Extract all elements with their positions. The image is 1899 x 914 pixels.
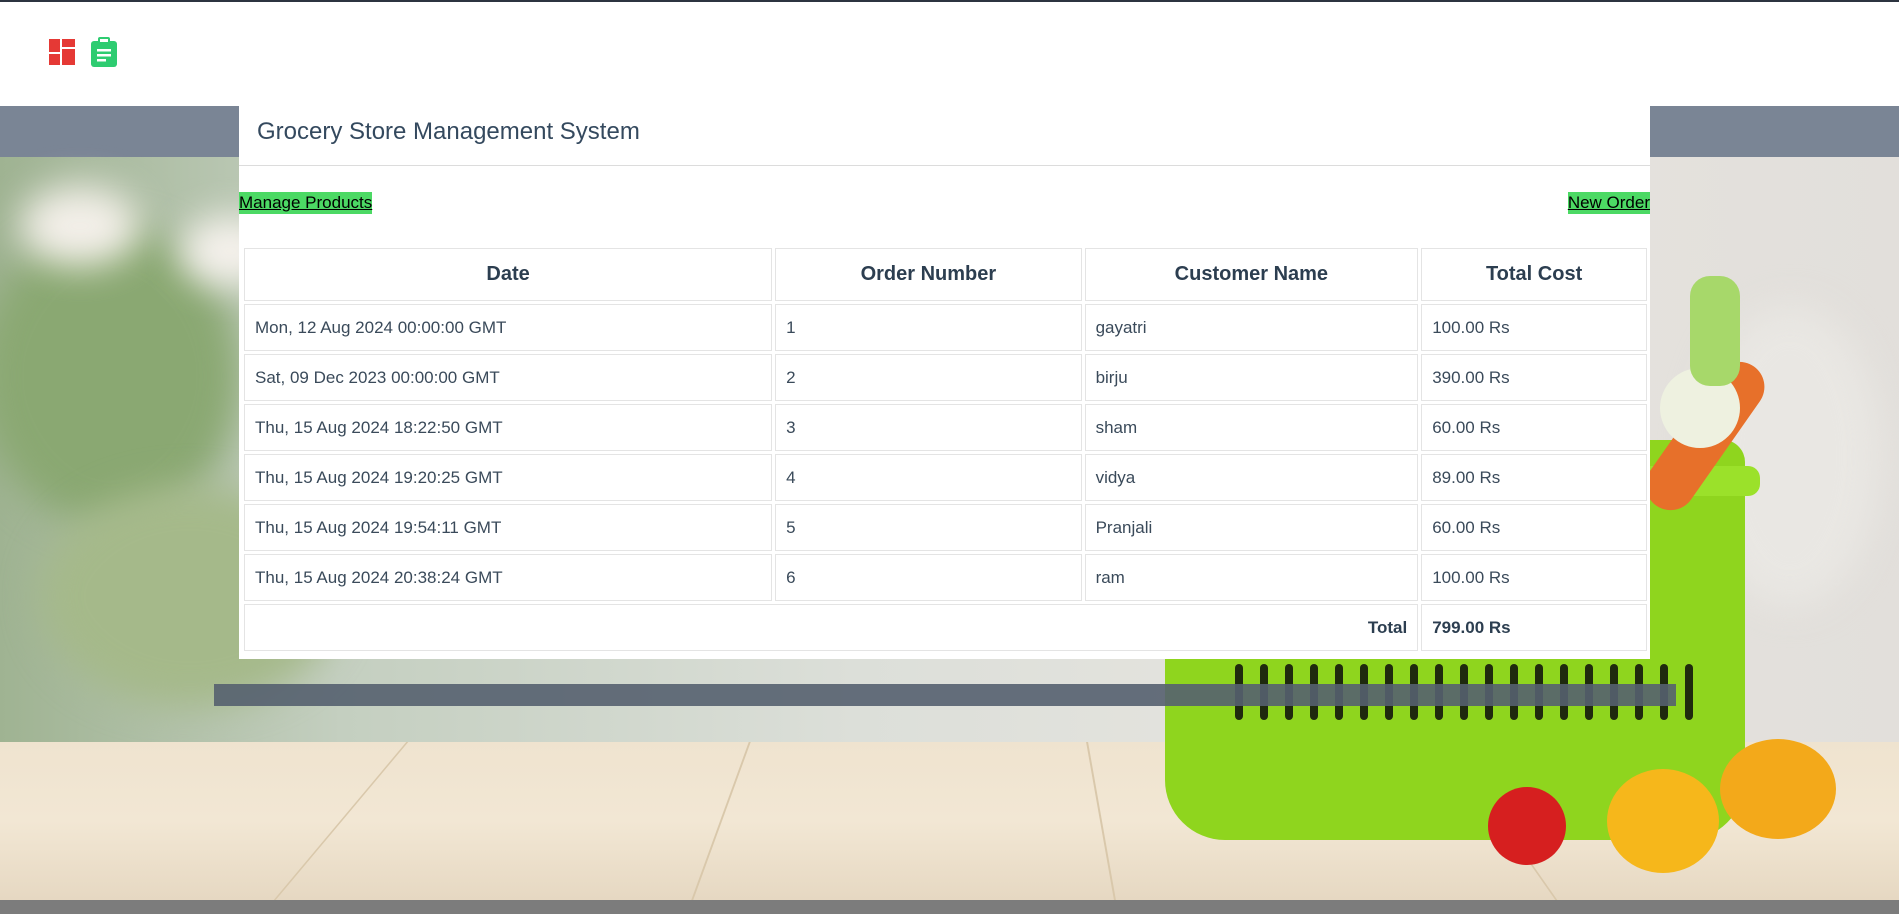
cell-date: Thu, 15 Aug 2024 18:22:50 GMT [244, 404, 773, 451]
yellow-pepper [1720, 739, 1836, 839]
cell-customer-name: birju [1084, 354, 1419, 401]
cell-total-cost: 60.00 Rs [1421, 404, 1647, 451]
cell-order-number: 1 [775, 304, 1082, 351]
cell-date: Sat, 09 Dec 2023 00:00:00 GMT [244, 354, 773, 401]
total-value: 799.00 Rs [1421, 604, 1647, 651]
cell-order-number: 2 [775, 354, 1082, 401]
greens [1690, 276, 1740, 386]
top-navbar [0, 2, 1899, 106]
cell-customer-name: Pranjali [1084, 504, 1419, 551]
table-row: Sat, 09 Dec 2023 00:00:00 GMT 2 birju 39… [244, 354, 1647, 401]
horizontal-scrollbar[interactable] [214, 684, 1676, 706]
column-header-date: Date [244, 248, 773, 301]
table-row: Thu, 15 Aug 2024 19:20:25 GMT 4 vidya 89… [244, 454, 1647, 501]
basket-slot [1685, 664, 1693, 720]
table-row: Mon, 12 Aug 2024 00:00:00 GMT 1 gayatri … [244, 304, 1647, 351]
orders-table: Date Order Number Customer Name Total Co… [241, 245, 1650, 654]
dashboard-icon[interactable] [49, 39, 75, 65]
cell-date: Thu, 15 Aug 2024 19:20:25 GMT [244, 454, 773, 501]
cell-customer-name: vidya [1084, 454, 1419, 501]
cell-date: Thu, 15 Aug 2024 19:54:11 GMT [244, 504, 773, 551]
background-bottom-band [0, 900, 1899, 914]
table-total-row: Total 799.00 Rs [244, 604, 1647, 651]
cell-total-cost: 89.00 Rs [1421, 454, 1647, 501]
cell-total-cost: 100.00 Rs [1421, 304, 1647, 351]
new-order-button[interactable]: New Order [1567, 192, 1650, 214]
cell-date: Thu, 15 Aug 2024 20:38:24 GMT [244, 554, 773, 601]
cell-customer-name: sham [1084, 404, 1419, 451]
background-blur [20, 186, 140, 266]
cell-customer-name: gayatri [1084, 304, 1419, 351]
cell-order-number: 3 [775, 404, 1082, 451]
cell-total-cost: 60.00 Rs [1421, 504, 1647, 551]
page-title: Grocery Store Management System [257, 118, 640, 145]
cell-customer-name: ram [1084, 554, 1419, 601]
column-header-customer-name: Customer Name [1084, 248, 1419, 301]
clipboard-icon[interactable] [91, 37, 117, 67]
column-header-total-cost: Total Cost [1421, 248, 1647, 301]
table-header-row: Date Order Number Customer Name Total Co… [244, 248, 1647, 301]
total-label: Total [244, 604, 1419, 651]
cell-order-number: 4 [775, 454, 1082, 501]
cell-total-cost: 390.00 Rs [1421, 354, 1647, 401]
cell-total-cost: 100.00 Rs [1421, 554, 1647, 601]
title-divider [239, 165, 1650, 166]
column-header-order-number: Order Number [775, 248, 1082, 301]
table-row: Thu, 15 Aug 2024 19:54:11 GMT 5 Pranjali… [244, 504, 1647, 551]
cell-order-number: 6 [775, 554, 1082, 601]
orders-panel: Grocery Store Management System Manage P… [239, 106, 1650, 659]
manage-products-button[interactable]: Manage Products [239, 192, 373, 214]
cell-date: Mon, 12 Aug 2024 00:00:00 GMT [244, 304, 773, 351]
table-row: Thu, 15 Aug 2024 20:38:24 GMT 6 ram 100.… [244, 554, 1647, 601]
tomato [1488, 787, 1566, 865]
table-row: Thu, 15 Aug 2024 18:22:50 GMT 3 sham 60.… [244, 404, 1647, 451]
cell-order-number: 5 [775, 504, 1082, 551]
yellow-pepper [1607, 769, 1719, 873]
